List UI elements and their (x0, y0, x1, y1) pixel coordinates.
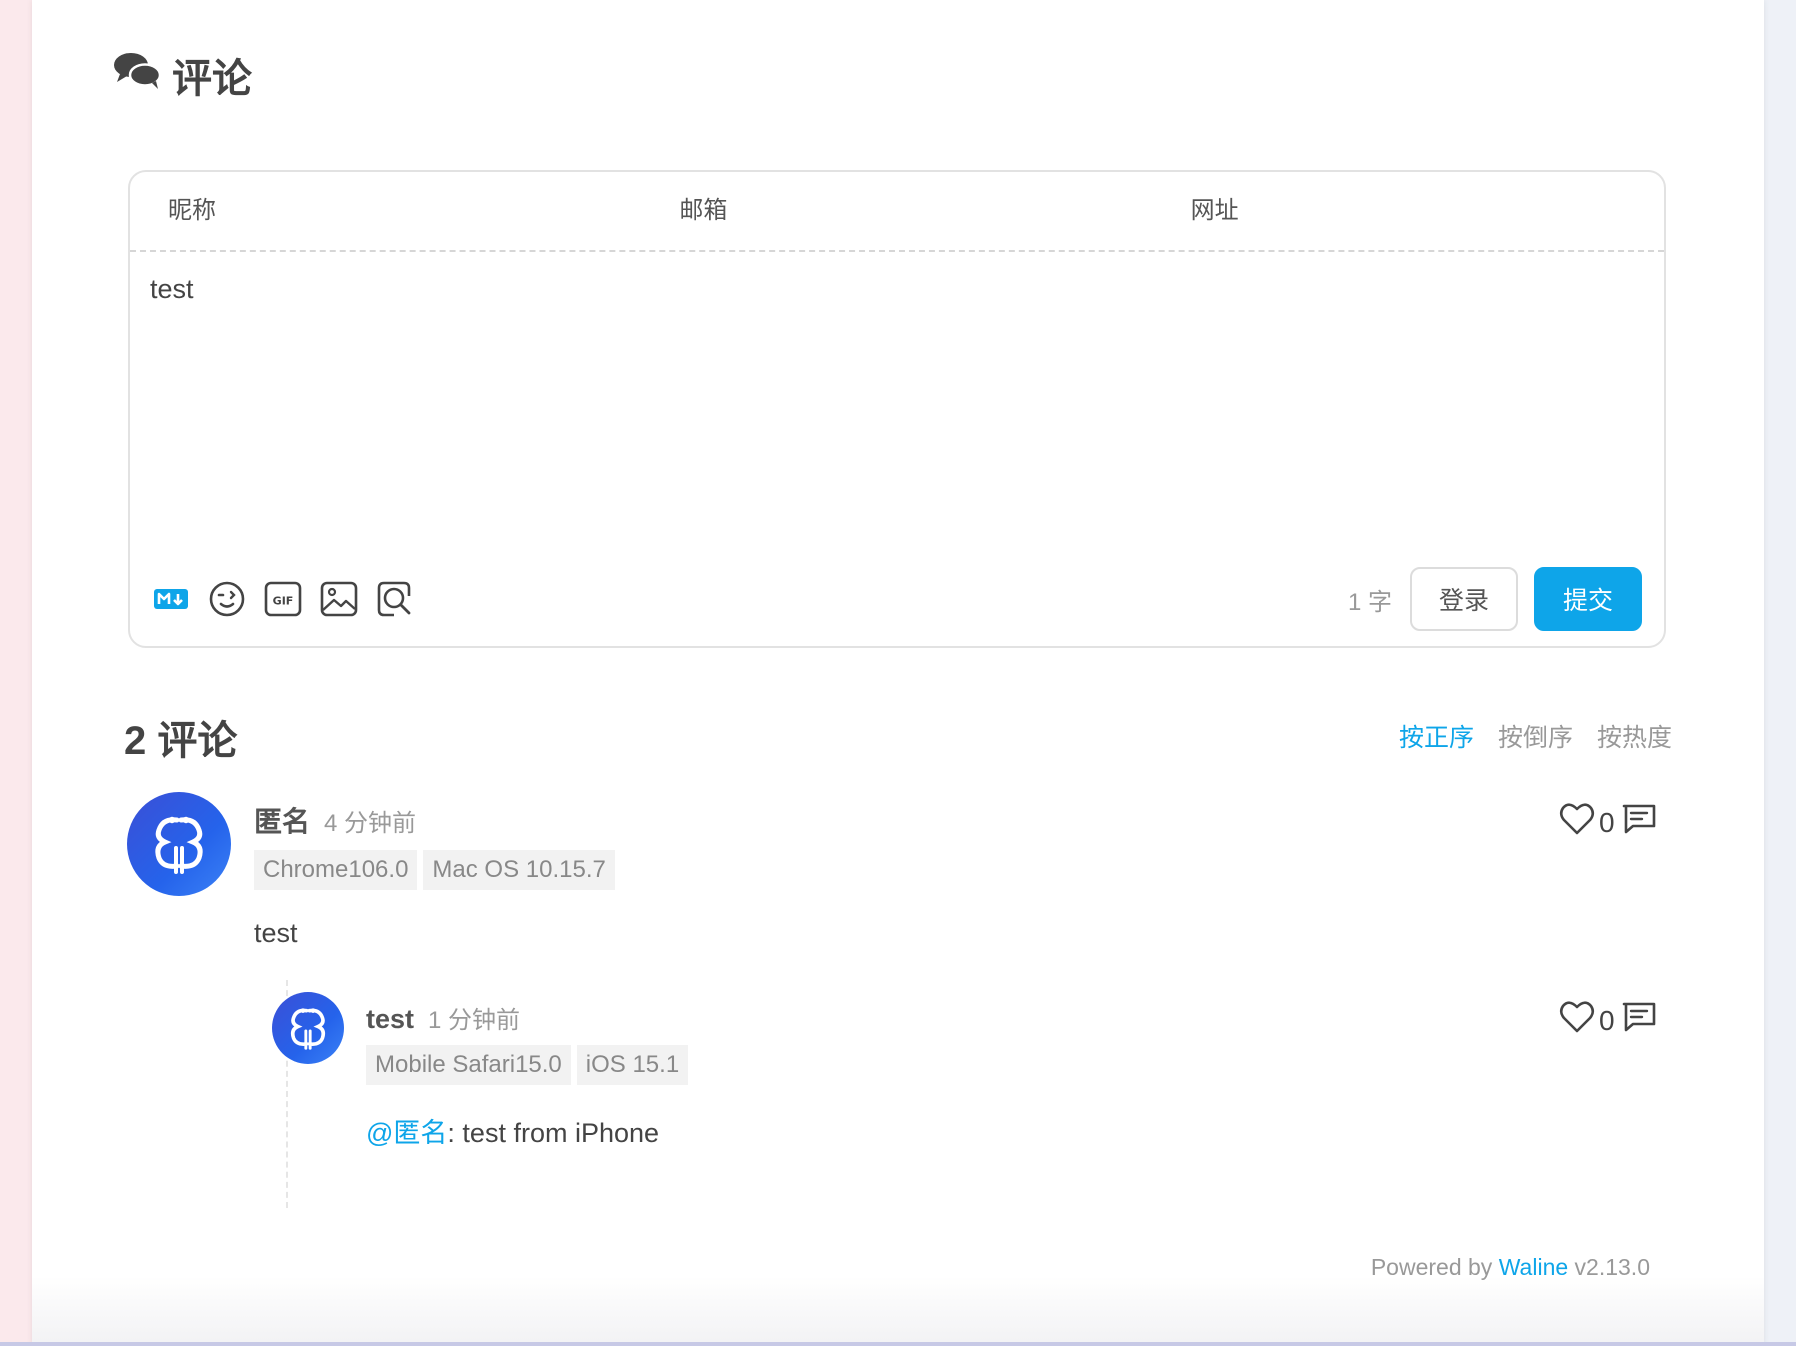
comment-item: 匿名 4 分钟前 Chrome106.0 Mac OS 10.15.7 test (254, 800, 615, 949)
sort-hot[interactable]: 按热度 (1597, 718, 1672, 754)
comment-count-title: 2 评论 (124, 719, 238, 763)
browser-tag: Mobile Safari15.0 (366, 1045, 571, 1085)
mail-field[interactable] (677, 196, 1117, 226)
link-field[interactable] (1188, 196, 1628, 226)
sort-desc[interactable]: 按倒序 (1498, 718, 1573, 754)
comment-page: 评论 test (32, 0, 1764, 1346)
reply-actions: 0 (1559, 1000, 1657, 1041)
editor-toolbar: GIF 1 字 登录 提交 (154, 566, 1642, 632)
meta-fields (130, 172, 1664, 252)
comment-time: 4 分钟前 (324, 810, 417, 837)
bottom-bar (0, 1342, 1796, 1346)
word-count: 1 字 (1347, 588, 1392, 616)
emoji-icon[interactable] (208, 580, 246, 618)
gif-icon[interactable]: GIF (264, 580, 302, 618)
comment-editor: test (128, 170, 1666, 648)
comment-content: test (254, 918, 298, 948)
nick-field-wrap (130, 172, 641, 250)
reply-header: test 1 分钟前 (366, 1000, 688, 1035)
reply-avatar[interactable] (272, 992, 344, 1064)
reply-item: test 1 分钟前 Mobile Safari15.0 iOS 15.1 @匿… (366, 1000, 689, 1150)
reply-nick[interactable]: test (366, 1004, 414, 1035)
os-tag: iOS 15.1 (576, 1045, 689, 1085)
reply-icon[interactable] (1621, 1000, 1657, 1041)
submit-button[interactable]: 提交 (1534, 567, 1642, 631)
reply-icon[interactable] (1621, 802, 1657, 843)
markdown-icon[interactable] (154, 580, 190, 618)
link-field-wrap (1153, 172, 1664, 250)
avatar-logo-icon (155, 816, 203, 874)
reply-content: @匿名: test from iPhone (366, 1111, 688, 1150)
avatar[interactable] (127, 792, 231, 896)
avatar-logo-icon (290, 1008, 326, 1050)
section-header: 评论 (112, 46, 252, 104)
mention-link[interactable]: @匿名 (366, 1118, 447, 1148)
heart-icon[interactable] (1559, 802, 1595, 843)
like-count: 0 (1599, 1004, 1615, 1036)
login-button[interactable]: 登录 (1410, 567, 1518, 631)
tool-icons: GIF (154, 580, 414, 618)
sort-asc[interactable]: 按正序 (1399, 718, 1474, 754)
comment-header: 匿名 4 分钟前 (254, 800, 615, 840)
comment-textarea[interactable]: test (148, 272, 1646, 526)
nick-field[interactable] (166, 196, 606, 226)
comment-actions: 0 (1559, 802, 1657, 843)
toolbar-actions: 1 字 登录 提交 (1348, 567, 1642, 631)
mail-field-wrap (641, 172, 1152, 250)
reply-text: : test from iPhone (447, 1118, 660, 1148)
image-icon[interactable] (320, 580, 358, 618)
reply-time: 1 分钟前 (428, 1007, 521, 1034)
preview-icon[interactable] (376, 580, 414, 618)
svg-text:GIF: GIF (273, 595, 294, 608)
browser-tag: Chrome106.0 (254, 850, 418, 890)
reply-meta-tags: Mobile Safari15.0 iOS 15.1 (366, 1045, 689, 1085)
like-count: 0 (1599, 806, 1615, 838)
comment-meta-tags: Chrome106.0 Mac OS 10.15.7 (254, 850, 615, 890)
comments-icon (112, 50, 162, 100)
comment-nick[interactable]: 匿名 (254, 800, 310, 840)
section-title: 评论 (172, 57, 252, 101)
bottom-shade (32, 1276, 1764, 1346)
sort-options: 按正序 按倒序 按热度 (1399, 718, 1672, 754)
heart-icon[interactable] (1559, 1000, 1595, 1041)
os-tag: Mac OS 10.15.7 (423, 850, 615, 890)
